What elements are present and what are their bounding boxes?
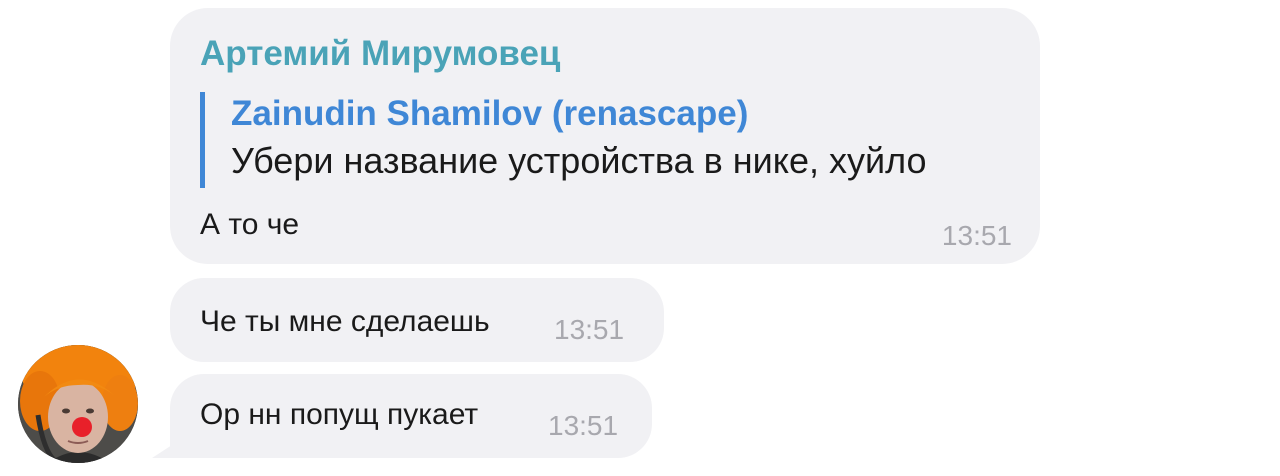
- message-time: 13:51: [941, 220, 1012, 251]
- message-text: Ор нн попущ пукает: [200, 398, 479, 431]
- message-text: А то че: [200, 208, 300, 241]
- message-text: Че ты мне сделаешь: [200, 305, 490, 338]
- chat-view: Артемий Мирумовец Zainudin Shamilov (ren…: [0, 0, 1280, 476]
- message-bubble[interactable]: Ор нн попущ пукает 13:51: [170, 374, 652, 458]
- reply-text: Убери название устройства в нике, хуйло: [231, 140, 927, 181]
- message-time: 13:51: [554, 314, 625, 345]
- message-time: 13:51: [548, 410, 619, 441]
- reply-quote[interactable]: Zainudin Shamilov (renascape) Убери назв…: [200, 92, 927, 188]
- reply-author: Zainudin Shamilov (renascape): [231, 94, 749, 133]
- user-avatar-icon: [18, 345, 138, 463]
- sender-name[interactable]: Артемий Мирумовец: [200, 34, 560, 74]
- message-bubble[interactable]: Артемий Мирумовец Zainudin Shamilov (ren…: [170, 8, 1040, 264]
- message-bubble[interactable]: Че ты мне сделаешь 13:51: [170, 278, 664, 362]
- sender-avatar[interactable]: [18, 345, 138, 463]
